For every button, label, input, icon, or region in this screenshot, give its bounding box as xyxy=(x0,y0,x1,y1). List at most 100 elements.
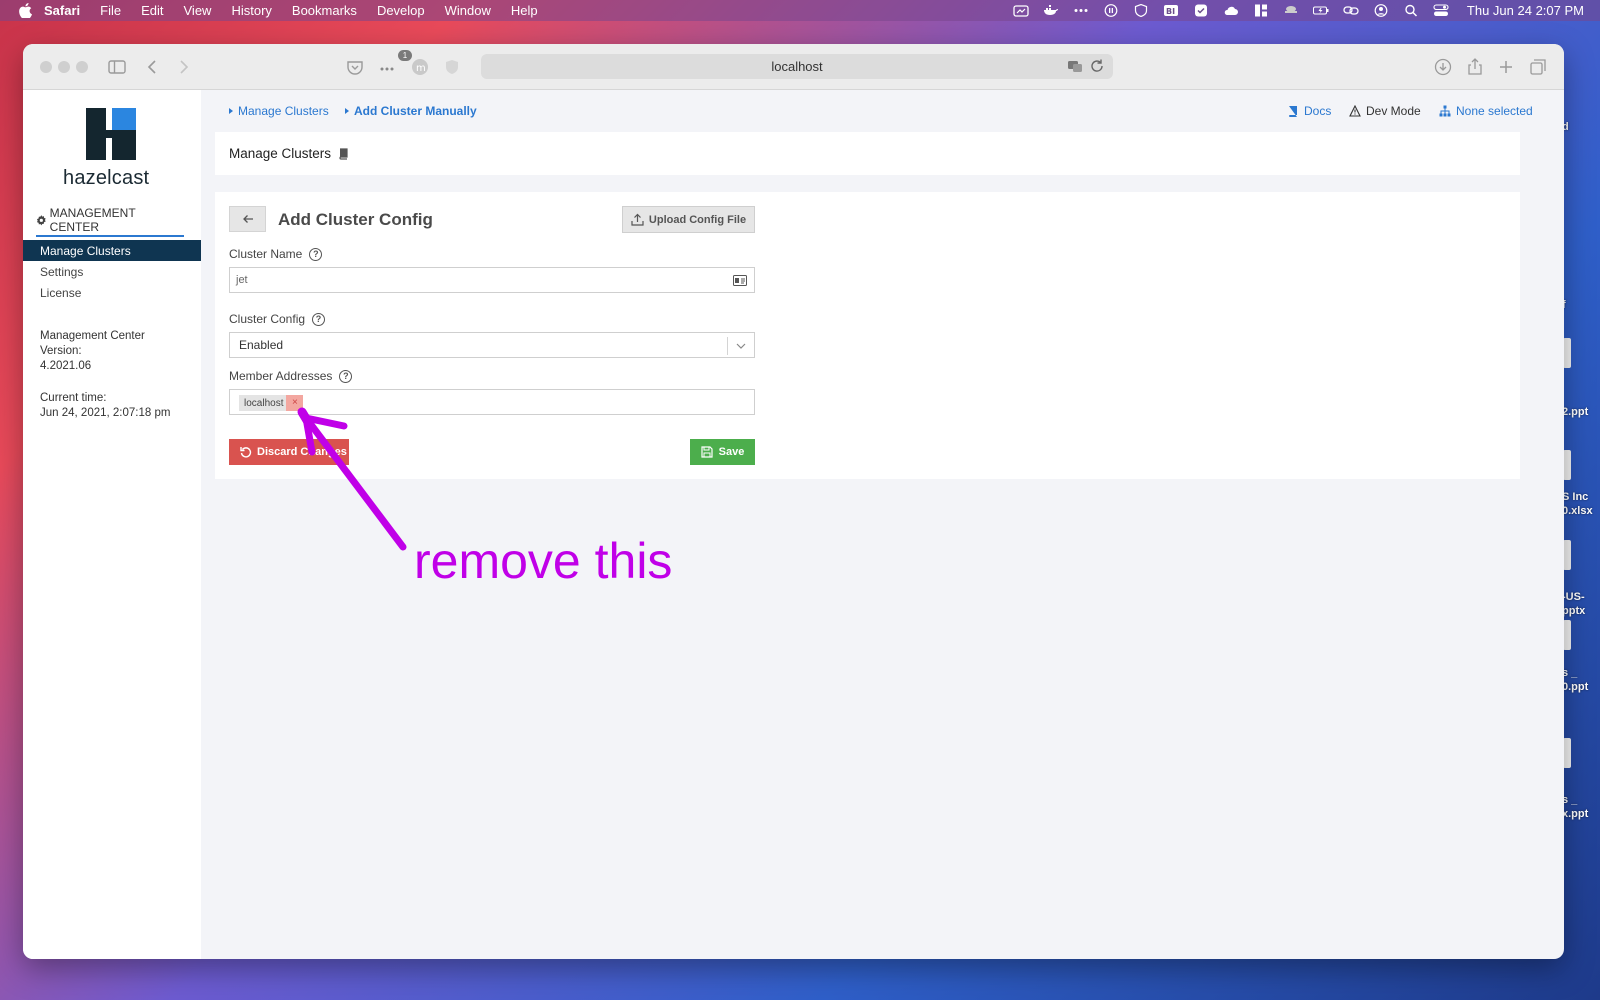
discard-changes-label: Discard Changes xyxy=(257,446,347,458)
close-window-button[interactable] xyxy=(40,61,52,73)
user-account-icon[interactable] xyxy=(1373,4,1389,17)
menu-safari[interactable]: Safari xyxy=(44,3,80,18)
cluster-name-label: Cluster Name ? xyxy=(229,247,323,261)
desktop-file-icon[interactable] xyxy=(1563,620,1571,650)
menu-bookmarks[interactable]: Bookmarks xyxy=(292,3,357,18)
desktop-file-label: S Inc xyxy=(1562,491,1589,503)
cluster-name-input[interactable]: jet xyxy=(229,267,755,293)
zoom-window-button[interactable] xyxy=(76,61,88,73)
desktop-file-icon[interactable] xyxy=(1563,450,1571,480)
sidebar-item-license[interactable]: License xyxy=(23,282,201,303)
sidebar-item-settings[interactable]: Settings xyxy=(23,261,201,282)
management-center-label: MANAGEMENT CENTER xyxy=(49,206,136,234)
screenshot-app-icon[interactable] xyxy=(1013,4,1029,17)
member-address-tag: localhost × xyxy=(239,395,304,411)
dev-mode-label: Dev Mode xyxy=(1366,104,1421,118)
translate-icon[interactable] xyxy=(1067,58,1083,74)
spotlight-search-icon[interactable] xyxy=(1403,4,1419,17)
discard-changes-button[interactable]: Discard Changes xyxy=(229,439,349,465)
desktop-file-label: -US- xyxy=(1562,591,1585,603)
menu-file[interactable]: File xyxy=(100,3,121,18)
current-time-label: Current time: xyxy=(40,392,107,404)
check-app-icon[interactable] xyxy=(1193,4,1209,17)
control-center-icon[interactable] xyxy=(1433,4,1449,17)
breadcrumb-manage-clusters[interactable]: Manage Clusters xyxy=(229,104,329,118)
apple-menu-icon[interactable] xyxy=(18,3,32,18)
tab-overview-icon[interactable] xyxy=(1528,57,1548,77)
menu-window[interactable]: Window xyxy=(445,3,491,18)
desktop-file-icon[interactable] xyxy=(1563,338,1571,368)
link-icon[interactable] xyxy=(1343,4,1359,17)
cluster-selector[interactable]: None selected xyxy=(1439,104,1533,118)
pocket-icon[interactable] xyxy=(345,57,365,77)
version-label2: Version: xyxy=(40,345,82,357)
upload-icon xyxy=(631,213,644,226)
share-icon[interactable] xyxy=(1465,57,1485,77)
forward-nav-icon[interactable] xyxy=(173,57,193,77)
menu-history[interactable]: History xyxy=(231,3,271,18)
pause-circle-icon[interactable] xyxy=(1103,4,1119,17)
web-page: hazelcast MANAGEMENT CENTER Manage Clust… xyxy=(23,90,1564,959)
current-time-info: Current time: Jun 24, 2021, 2:07:18 pm xyxy=(40,391,170,421)
hazelcast-logo[interactable]: hazelcast xyxy=(63,108,163,190)
cluster-config-select[interactable]: Enabled xyxy=(229,332,755,358)
shield-extension-icon[interactable] xyxy=(442,57,462,77)
shield-app-icon[interactable] xyxy=(1133,4,1149,17)
downloads-icon[interactable] xyxy=(1433,57,1453,77)
docs-link[interactable]: Docs xyxy=(1287,104,1331,118)
book-icon xyxy=(1289,106,1297,117)
help-icon[interactable]: ? xyxy=(339,369,353,383)
back-nav-icon[interactable] xyxy=(143,57,163,77)
menu-view[interactable]: View xyxy=(184,3,212,18)
menu-edit[interactable]: Edit xyxy=(141,3,163,18)
sidebar-item-manage-clusters[interactable]: Manage Clusters xyxy=(23,240,201,261)
extension-m-icon[interactable]: m xyxy=(410,57,430,77)
cloud-icon[interactable] xyxy=(1223,4,1239,17)
save-button[interactable]: Save xyxy=(690,439,755,465)
desktop-file-icon[interactable] xyxy=(1563,540,1571,570)
select-divider xyxy=(727,337,728,355)
cluster-config-label-text: Cluster Config xyxy=(229,312,306,326)
dev-mode-indicator[interactable]: Dev Mode xyxy=(1349,104,1421,118)
reload-icon[interactable] xyxy=(1089,58,1105,74)
member-address-tag-text: localhost xyxy=(244,397,284,409)
annotation-text: remove this xyxy=(414,533,673,589)
add-cluster-form: Add Cluster Config Upload Config File Cl… xyxy=(215,192,1520,479)
docker-icon[interactable] xyxy=(1043,4,1059,17)
desktop-file-label: pptx xyxy=(1562,605,1586,617)
desktop-file-icon[interactable] xyxy=(1563,738,1571,768)
remove-tag-icon[interactable]: × xyxy=(286,395,304,411)
help-icon[interactable]: ? xyxy=(312,312,326,326)
help-icon[interactable]: ? xyxy=(309,247,323,261)
more-dots-icon[interactable] xyxy=(1073,4,1089,17)
breadcrumb-add-cluster[interactable]: Add Cluster Manually xyxy=(345,104,477,118)
bi-app-icon[interactable]: BI xyxy=(1163,4,1179,17)
member-addresses-input[interactable]: localhost × xyxy=(229,389,755,415)
menu-develop[interactable]: Develop xyxy=(377,3,425,18)
svg-text:m: m xyxy=(416,63,426,74)
caret-right-icon xyxy=(229,108,233,114)
arrow-left-icon xyxy=(242,215,253,223)
battery-icon[interactable] xyxy=(1312,4,1329,17)
url-text: localhost xyxy=(771,59,823,74)
docs-label: Docs xyxy=(1304,104,1332,118)
book-icon[interactable] xyxy=(337,147,349,160)
spy-icon[interactable] xyxy=(1283,4,1299,17)
sidebar-toggle-icon[interactable] xyxy=(107,57,127,77)
desktop-file-label: 0.ppt xyxy=(1562,681,1589,693)
sidebar-nav: Manage Clusters Settings License xyxy=(23,240,201,303)
minimize-window-button[interactable] xyxy=(58,61,70,73)
desktop-file-label: s _ xyxy=(1562,667,1578,679)
form-title: Add Cluster Config xyxy=(278,210,433,229)
address-bar[interactable]: localhost xyxy=(481,54,1113,79)
page-header: Manage Clusters xyxy=(215,132,1520,175)
new-tab-icon[interactable] xyxy=(1496,57,1516,77)
back-button[interactable] xyxy=(229,206,266,232)
upload-config-button[interactable]: Upload Config File xyxy=(622,206,755,233)
cluster-config-label: Cluster Config ? xyxy=(229,312,326,326)
menu-bar-clock[interactable]: Thu Jun 24 2:07 PM xyxy=(1467,3,1584,18)
menu-help[interactable]: Help xyxy=(511,3,538,18)
desktop-file-label: 0.xlsx xyxy=(1562,505,1593,517)
layout-app-icon[interactable] xyxy=(1253,4,1269,17)
extensions-dots-icon[interactable] xyxy=(377,57,397,77)
